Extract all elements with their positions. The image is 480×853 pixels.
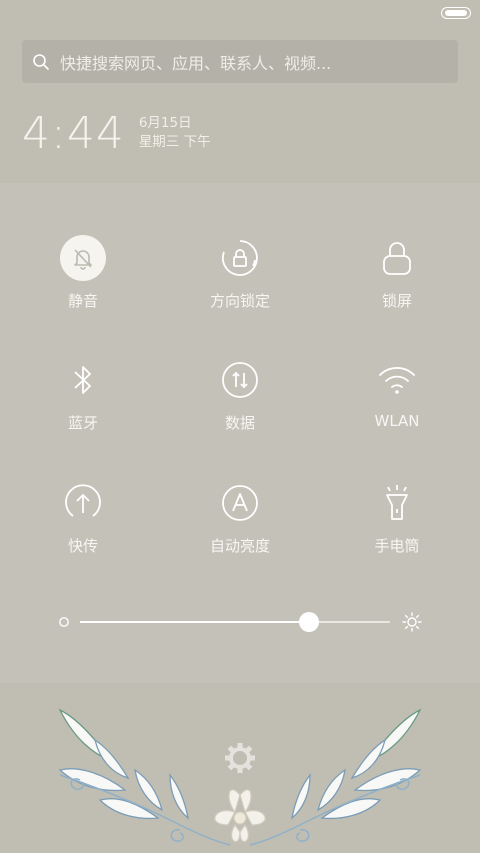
brightness-fill <box>80 621 309 623</box>
toggle-lock-screen-label: 锁屏 <box>381 292 412 310</box>
toggle-bluetooth[interactable]: 蓝牙 <box>13 357 153 433</box>
auto-brightness-icon <box>217 480 263 526</box>
upload-icon <box>60 480 106 526</box>
toggle-data[interactable]: 数据 <box>170 357 310 433</box>
lock-icon <box>374 235 420 281</box>
toggle-rotation-lock[interactable]: 方向锁定 <box>170 235 310 311</box>
battery-icon <box>441 7 471 19</box>
toggle-quick-transfer[interactable]: 快传 <box>13 480 153 556</box>
clock-weekday: 星期三 下午 <box>138 134 211 150</box>
brightness-slider[interactable] <box>58 612 426 632</box>
clock-date-block: 6月15日 星期三 下午 <box>139 114 211 152</box>
toggle-lock-screen[interactable]: 锁屏 <box>327 235 467 311</box>
toggle-mute[interactable]: 静音 <box>13 235 153 311</box>
brightness-high-icon <box>402 612 422 632</box>
bluetooth-icon <box>60 357 106 403</box>
brightness-thumb[interactable] <box>299 612 319 632</box>
search-placeholder: 快捷搜索网页、应用、联系人、视频... <box>60 53 332 73</box>
wifi-icon <box>374 357 420 403</box>
toggle-flashlight-label: 手电筒 <box>374 537 420 555</box>
brightness-low-icon <box>59 617 69 627</box>
clock-time: 4:44 <box>22 108 125 159</box>
toggle-wlan-label: WLAN <box>374 412 420 430</box>
flashlight-icon <box>374 480 420 526</box>
data-arrows-icon <box>217 357 263 403</box>
toggle-auto-brightness[interactable]: 自动亮度 <box>170 480 310 556</box>
toggle-mute-label: 静音 <box>67 292 98 310</box>
toggle-wlan[interactable]: WLAN <box>327 357 467 430</box>
clock-date: 6月15日 <box>138 115 192 131</box>
bell-off-icon <box>60 235 106 281</box>
search-bar[interactable]: 快捷搜索网页、应用、联系人、视频... <box>22 40 458 83</box>
toggle-flashlight[interactable]: 手电筒 <box>327 480 467 556</box>
rotation-lock-icon <box>217 235 263 281</box>
search-icon <box>33 53 49 70</box>
toggle-quick-transfer-label: 快传 <box>67 537 98 555</box>
clock-widget[interactable]: 4:44 6月15日 星期三 下午 <box>22 104 211 164</box>
settings-gear-icon <box>225 743 255 773</box>
floral-wreath-decoration <box>58 708 422 846</box>
toggle-bluetooth-label: 蓝牙 <box>67 414 98 432</box>
toggle-auto-brightness-label: 自动亮度 <box>209 537 270 555</box>
toggle-data-label: 数据 <box>224 414 255 432</box>
toggle-rotation-lock-label: 方向锁定 <box>209 292 270 310</box>
